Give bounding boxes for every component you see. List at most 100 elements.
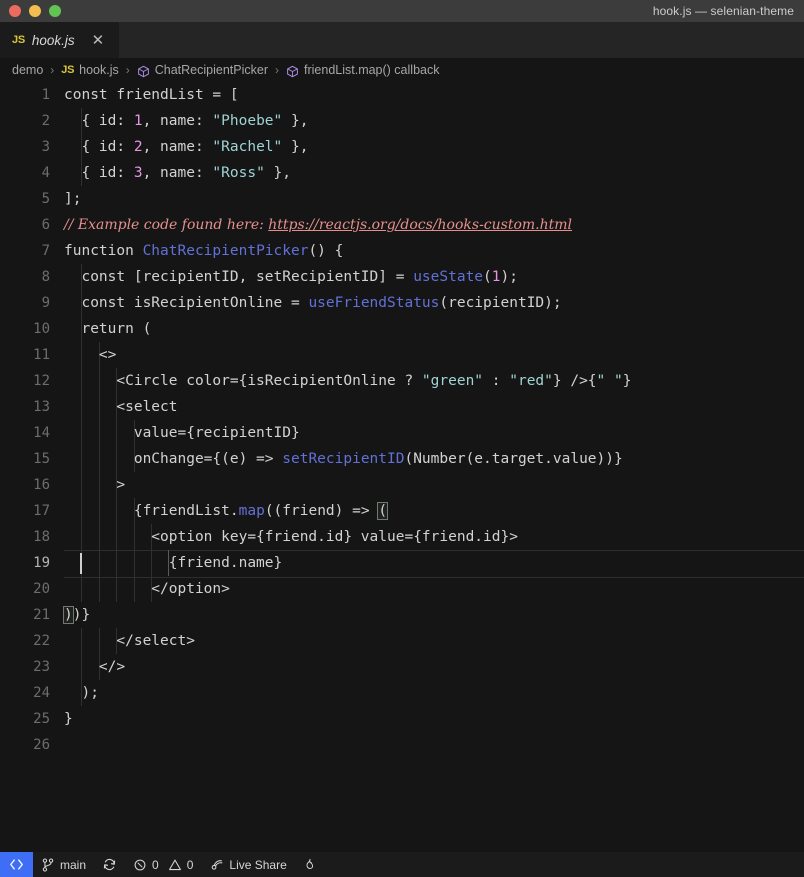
remote-window-icon[interactable] (0, 852, 33, 877)
code-token-plain: ( (483, 269, 492, 285)
code-token-plain: const isRecipientOnline = (64, 295, 309, 311)
live-share-button[interactable]: Live Share (201, 852, 294, 877)
code-token-str: "red" (509, 373, 553, 389)
code-token-plain: > (64, 477, 126, 493)
code-token-plain: {friendList. (64, 503, 239, 519)
code-line[interactable]: 6 // Example code found here: https://rea… (0, 212, 804, 238)
source-control-branch-status[interactable]: main (33, 852, 94, 877)
code-line[interactable]: 11 <> (0, 342, 804, 368)
code-line[interactable]: 10 return ( (0, 316, 804, 342)
code-line[interactable]: 16 > (0, 472, 804, 498)
line-number: 13 (33, 399, 50, 415)
code-line[interactable]: 1 const friendList = [ (0, 82, 804, 108)
code-token-plain: </> (64, 659, 126, 675)
live-share-broadcast-icon (209, 858, 224, 872)
code-line[interactable]: 17 {friendList.map((friend) => ( (0, 498, 804, 524)
code-line[interactable]: 7 function ChatRecipientPicker() { (0, 238, 804, 264)
code-line[interactable]: 4 { id: 3, name: "Ross" }, (0, 160, 804, 186)
breadcrumb-label: demo (12, 63, 44, 77)
code-token-plain: } (622, 373, 632, 389)
breadcrumb-label: friendList.map() callback (304, 63, 440, 77)
code-line[interactable]: 18 <option key={friend.id} value={friend… (0, 524, 804, 550)
breadcrumb-separator: › (50, 63, 55, 77)
breadcrumb-item-friendlist-map-callback[interactable]: friendList.map() callback (286, 63, 439, 77)
line-number: 17 (33, 503, 50, 519)
problems-status[interactable]: 0 0 (125, 852, 201, 877)
code-line[interactable]: 15 onChange={(e) => setRecipientID(Numbe… (0, 446, 804, 472)
code-token-plain: {friend.name} (64, 555, 283, 571)
breadcrumb-item-hook-js[interactable]: JS hook.js (61, 63, 118, 77)
code-token-plain: <select (64, 399, 178, 415)
code-line[interactable]: 21))} (0, 602, 804, 628)
code-line-text: { id: 3, name: "Ross" }, (64, 160, 291, 186)
code-line[interactable]: 23 </> (0, 654, 804, 680)
maximize-window-button[interactable] (49, 5, 61, 17)
line-number: 9 (41, 295, 50, 311)
code-line-text: ); (64, 680, 98, 706)
code-token-plain: ); (500, 269, 518, 285)
code-line-text: ]; (64, 186, 81, 212)
code-token-plain: } />{ (552, 373, 597, 389)
code-line[interactable]: 20 </option> (0, 576, 804, 602)
code-token-plain: }, (282, 139, 309, 155)
code-line-text: ))} (63, 602, 90, 628)
line-number: 12 (33, 373, 50, 389)
code-line[interactable]: 3 { id: 2, name: "Rachel" }, (0, 134, 804, 160)
code-token-str: "Ross" (212, 165, 265, 181)
code-line[interactable]: 26 (0, 732, 804, 758)
code-token-plain: <Circle color={isRecipientOnline ? (64, 373, 422, 389)
code-token-plain: , name: (142, 139, 213, 155)
code-token-plain: <> (64, 347, 117, 363)
branch-name-label: main (60, 857, 87, 872)
code-line[interactable]: 22 </select> (0, 628, 804, 654)
minimize-window-button[interactable] (29, 5, 41, 17)
code-line[interactable]: 14 value={recipientID} (0, 420, 804, 446)
breadcrumb-separator: › (275, 63, 279, 77)
code-token-plain: const [recipientID, setRecipientID] = (64, 269, 414, 285)
line-number: 1 (41, 87, 50, 103)
close-icon[interactable]: ✕ (92, 33, 105, 48)
code-token-plain: }, (282, 113, 309, 129)
js-file-icon: JS (12, 34, 25, 46)
code-line-text: const isRecipientOnline = useFriendStatu… (64, 290, 562, 316)
code-token-plain: (recipientID); (439, 295, 562, 311)
title-bar: hook.js — selenian-theme (0, 0, 804, 22)
code-line[interactable]: 12 <Circle color={isRecipientOnline ? "g… (0, 368, 804, 394)
code-line-text: { id: 1, name: "Phoebe" }, (64, 108, 308, 134)
code-line[interactable]: 19 {friend.name} (0, 550, 804, 578)
code-token-plain: } (64, 711, 73, 727)
bracket-match-highlight: ( (377, 502, 389, 520)
code-line[interactable]: 5]; (0, 186, 804, 212)
code-token-plain: return ( (64, 321, 152, 337)
code-token-link: https://reactjs.org/docs/hooks-custom.ht… (268, 217, 573, 233)
line-number: 5 (41, 191, 50, 207)
status-bar: main 0 0 Live Share (0, 852, 804, 877)
code-token-num: 2 (133, 139, 143, 155)
code-line[interactable]: 25} (0, 706, 804, 732)
code-line[interactable]: 8 const [recipientID, setRecipientID] = … (0, 264, 804, 290)
code-line-text: </select> (64, 628, 195, 654)
tab-hook-js[interactable]: JS hook.js ✕ (0, 22, 120, 58)
code-token-plain: { id: (64, 165, 134, 181)
close-window-button[interactable] (9, 5, 21, 17)
code-token-plain: { id: (64, 139, 134, 155)
breadcrumb-item-chatrecipientpicker[interactable]: ChatRecipientPicker (137, 63, 268, 77)
source-control-branch-icon (41, 857, 55, 872)
line-number: 21 (33, 607, 50, 623)
line-number: 11 (33, 347, 50, 363)
code-line[interactable]: 9 const isRecipientOnline = useFriendSta… (0, 290, 804, 316)
line-number: 14 (33, 425, 50, 441)
code-line-text: const [recipientID, setRecipientID] = us… (64, 264, 518, 290)
code-token-plain: ]; (64, 191, 82, 207)
code-line[interactable]: 2 { id: 1, name: "Phoebe" }, (0, 108, 804, 134)
code-line-text: <> (64, 342, 116, 368)
breadcrumb-item-demo[interactable]: demo (12, 63, 43, 77)
flame-status-button[interactable] (295, 852, 324, 877)
code-line[interactable]: 24 ); (0, 680, 804, 706)
code-lines-container[interactable]: 1 const friendList = [2 { id: 1, name: "P… (0, 82, 804, 758)
line-number: 20 (33, 581, 50, 597)
sync-changes-button[interactable] (94, 852, 125, 877)
code-editor[interactable]: 1 const friendList = [2 { id: 1, name: "P… (0, 82, 804, 852)
code-line[interactable]: 13 <select (0, 394, 804, 420)
code-line-text: <select (64, 394, 178, 420)
